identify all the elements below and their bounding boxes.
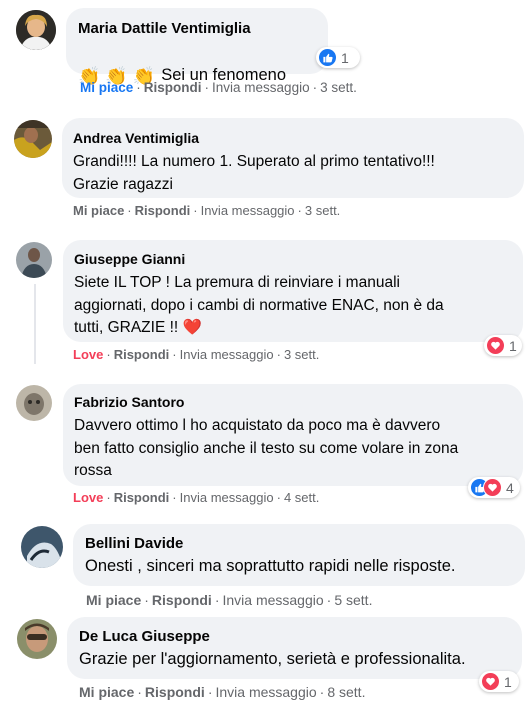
reaction-summary[interactable]: 1 [316,47,360,68]
avatar[interactable] [16,385,52,421]
timestamp[interactable]: 3 sett. [320,80,357,95]
avatar[interactable] [14,120,52,158]
heart-emoji: ❤️ [182,319,202,336]
comment-author[interactable]: De Luca Giuseppe [79,627,510,646]
comment-text: Siete IL TOP ! La premura di reinviare i… [74,272,512,340]
comment-bubble: Bellini Davide Onesti , sinceri ma sopra… [73,524,525,586]
avatar-photo-icon [16,242,52,278]
timestamp[interactable]: 5 sett. [334,592,372,608]
comment-text-body: Siete IL TOP ! La premura di reinviare i… [74,274,444,336]
send-message-link[interactable]: Invia messaggio [222,592,323,608]
comment-text: Davvero ottimo l ho acquistato da poco m… [74,417,459,479]
reaction-summary[interactable]: 4 [468,477,520,498]
reaction-count: 4 [506,479,514,496]
avatar-photo-icon [14,120,52,158]
reply-button[interactable]: Rispondi [114,347,170,362]
comment-actions: Mi piace · Rispondi · Invia messaggio · 3 sett… [80,80,357,95]
comment-bubble: Giuseppe Gianni Siete IL TOP ! La premur… [63,240,523,342]
comment-bubble: Maria Dattile Ventimiglia 👏 👏 👏 Sei un fe… [66,8,328,86]
comment-actions: Mi piace · Rispondi · Invia messaggio · 8 sett… [79,684,366,700]
avatar[interactable] [16,10,56,50]
thread-line [34,284,36,364]
reaction-count: 1 [341,49,349,66]
send-message-link[interactable]: Invia messaggio [180,490,274,505]
comment-author[interactable]: Fabrizio Santoro [74,393,512,412]
comment-text: Onesti , sinceri ma soprattutto rapidi n… [85,557,456,575]
love-button[interactable]: Love [73,347,103,362]
send-message-link[interactable]: Invia messaggio [215,684,316,700]
comment-actions: Love · Rispondi · Invia messaggio · 3 sett. [73,347,320,362]
like-reaction-icon [318,48,337,67]
reaction-summary[interactable]: 1 [479,671,519,692]
avatar[interactable] [16,242,52,278]
comment-actions: Mi piace · Rispondi · Invia messaggio · 3 sett… [73,203,341,218]
avatar-photo-icon [16,10,56,50]
timestamp[interactable]: 4 sett. [284,490,319,505]
comment-text: Grandi!!!! La numero 1. Superato al prim… [73,153,435,193]
reply-button[interactable]: Rispondi [114,490,170,505]
like-button[interactable]: Mi piace [73,203,124,218]
comment-actions: Love · Rispondi · Invia messaggio · 4 sett. [73,490,320,505]
reply-button[interactable]: Rispondi [145,684,205,700]
comment-author[interactable]: Andrea Ventimiglia [73,129,513,148]
comment-author[interactable]: Bellini Davide [85,534,513,553]
timestamp[interactable]: 3 sett. [284,347,319,362]
reply-button[interactable]: Rispondi [144,80,202,95]
love-button[interactable]: Love [73,490,103,505]
like-button[interactable]: Mi piace [80,80,133,95]
timestamp[interactable]: 3 sett. [305,203,340,218]
comment-bubble: Fabrizio Santoro Davvero ottimo l ho acq… [63,384,523,486]
reply-button[interactable]: Rispondi [135,203,191,218]
like-button[interactable]: Mi piace [86,592,141,608]
reply-button[interactable]: Rispondi [152,592,212,608]
like-button[interactable]: Mi piace [79,684,134,700]
reaction-summary[interactable]: 1 [484,335,522,356]
avatar-photo-icon [17,619,57,659]
avatar[interactable] [17,619,57,659]
send-message-link[interactable]: Invia messaggio [180,347,274,362]
love-reaction-icon [483,478,502,497]
comment-author[interactable]: Giuseppe Gianni [74,250,512,269]
send-message-link[interactable]: Invia messaggio [201,203,295,218]
timestamp[interactable]: 8 sett. [327,684,365,700]
love-reaction-icon [486,336,505,355]
avatar[interactable] [21,526,63,568]
comment-bubble: Andrea Ventimiglia Grandi!!!! La numero … [62,118,524,198]
avatar-photo-icon [16,385,52,421]
reaction-count: 1 [504,673,512,690]
send-message-link[interactable]: Invia messaggio [212,80,310,95]
reaction-count: 1 [509,337,517,354]
avatar-photo-icon [21,526,63,568]
love-reaction-icon [481,672,500,691]
comment-actions: Mi piace · Rispondi · Invia messaggio · 5 sett… [86,592,373,608]
comment-text: Grazie per l'aggiornamento, serietà e pr… [79,650,466,668]
comment-author[interactable]: Maria Dattile Ventimiglia [78,19,316,38]
comment-bubble: De Luca Giuseppe Grazie per l'aggiorname… [67,617,522,679]
